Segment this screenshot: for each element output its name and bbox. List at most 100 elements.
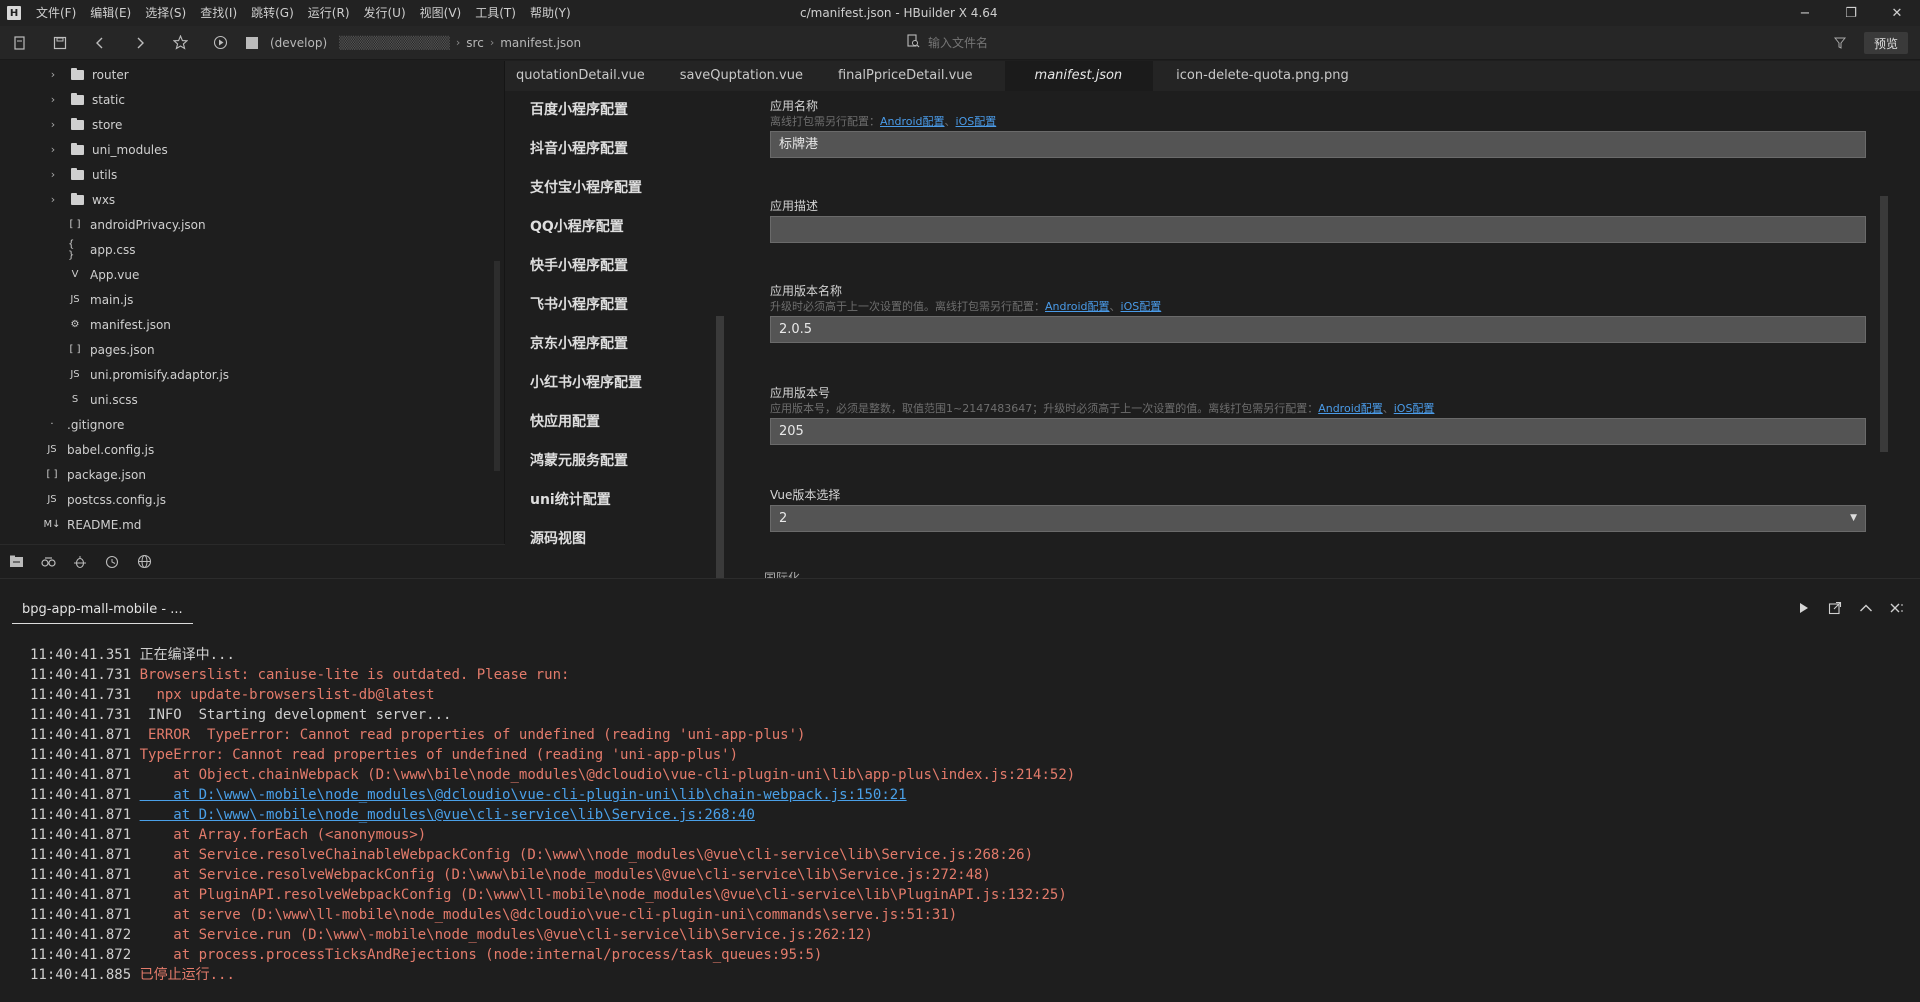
tree-file[interactable]: JS babel.config.js [0, 437, 504, 462]
config-nav-item[interactable]: 抖音小程序配置 [505, 130, 725, 169]
ios-config-link[interactable]: iOS配置 [956, 115, 997, 128]
run-icon[interactable] [200, 26, 240, 60]
version-name-input[interactable]: 2.0.5 [770, 316, 1866, 343]
tree-file[interactable]: JS uni.promisify.adaptor.js [0, 362, 504, 387]
config-nav-item[interactable]: uni统计配置 [505, 481, 725, 520]
clear-close-icon[interactable] [1881, 597, 1912, 619]
tree-file[interactable]: ⚙ manifest.json [0, 312, 504, 337]
tree-file[interactable]: { } app.css [0, 237, 504, 262]
tree-folder[interactable]: › wxs [0, 187, 504, 212]
config-nav-item[interactable]: 快手小程序配置 [505, 247, 725, 286]
editor-tab[interactable]: manifest.json [1004, 61, 1154, 91]
menu-item[interactable]: 编辑(E) [83, 0, 138, 26]
tree-folder[interactable]: › uni_modules [0, 137, 504, 162]
config-nav-item[interactable]: 鸿蒙元服务配置 [505, 442, 725, 481]
breadcrumb-item-branch[interactable]: (develop) [264, 36, 333, 50]
web-icon[interactable] [128, 545, 160, 579]
config-nav-item[interactable]: 京东小程序配置 [505, 325, 725, 364]
android-config-link[interactable]: Android配置 [880, 115, 945, 128]
restore-button[interactable]: ❐ [1828, 0, 1874, 26]
file-search-input[interactable] [928, 36, 1228, 50]
editor-tab[interactable]: icon-delete-quota.png.png [1165, 61, 1361, 91]
tree-file[interactable]: JS main.js [0, 287, 504, 312]
tree-item-label: app.css [90, 242, 136, 257]
preview-button[interactable]: 预览 [1864, 32, 1908, 54]
filter-icon[interactable] [1828, 26, 1852, 60]
tree-folder[interactable]: › router [0, 62, 504, 87]
tree-folder[interactable]: › static [0, 87, 504, 112]
config-nav-item[interactable]: 源码视图 [505, 520, 725, 559]
chevron-right-icon[interactable]: › [47, 193, 59, 206]
tree-file[interactable]: JS postcss.config.js [0, 487, 504, 512]
app-description-input[interactable] [770, 216, 1866, 243]
breadcrumb-item-src[interactable]: src [460, 36, 490, 50]
tree-item-label: wxs [92, 192, 116, 207]
menu-item[interactable]: 查找(I) [193, 0, 244, 26]
tree-file[interactable]: [ ] pages.json [0, 337, 504, 362]
form-scrollbar[interactable] [1880, 196, 1888, 452]
menu-item[interactable]: 选择(S) [138, 0, 193, 26]
menu-item[interactable]: 运行(R) [301, 0, 357, 26]
editor-tab[interactable]: finalPpriceDetail.vue [827, 61, 985, 91]
tree-file[interactable]: V App.vue [0, 262, 504, 287]
config-nav-item[interactable]: 快应用配置 [505, 403, 725, 442]
ios-config-link[interactable]: iOS配置 [1394, 402, 1435, 415]
app-name-input[interactable]: 标牌港 [770, 131, 1866, 158]
vue-version-select[interactable]: 2 ▼ [770, 505, 1866, 532]
tree-file[interactable]: · .gitignore [0, 412, 504, 437]
new-file-icon[interactable] [0, 26, 40, 60]
tree-file[interactable]: M↓ README.md [0, 512, 504, 537]
tree-folder[interactable]: › store [0, 112, 504, 137]
back-icon[interactable] [80, 26, 120, 60]
close-button[interactable]: ✕ [1874, 0, 1920, 26]
menu-item[interactable]: 视图(V) [413, 0, 469, 26]
config-nav-scrollbar[interactable] [716, 316, 724, 578]
editor-tab[interactable]: quotationDetail.vue [505, 61, 657, 91]
config-nav-item[interactable]: 支付宝小程序配置 [505, 169, 725, 208]
favorite-icon[interactable] [160, 26, 200, 60]
sidebar-scrollbar[interactable] [494, 261, 500, 471]
chevron-right-icon[interactable]: › [47, 118, 59, 131]
android-config-link[interactable]: Android配置 [1318, 402, 1383, 415]
tree-folder[interactable]: › utils [0, 162, 504, 187]
tree-file[interactable]: Suni.scss [0, 387, 504, 412]
log-line: 11:40:41.871 at Object.chainWebpack (D:\… [30, 765, 1075, 785]
open-external-icon[interactable] [1819, 597, 1850, 619]
editor-tab[interactable]: saveQuptation.vue [669, 61, 815, 91]
config-nav-item[interactable]: QQ小程序配置 [505, 208, 725, 247]
debug-icon[interactable] [64, 545, 96, 579]
menu-item[interactable]: 跳转(G) [244, 0, 301, 26]
console-tab[interactable]: bpg-app-mall-mobile - ... [12, 599, 193, 624]
log-line: 11:40:41.871 ERROR TypeError: Cannot rea… [30, 725, 1075, 745]
log-link[interactable]: at D:\www\-mobile\node_modules\@dcloudio… [140, 787, 906, 803]
git-icon[interactable] [96, 545, 128, 579]
breadcrumb-item-file[interactable]: manifest.json [494, 36, 587, 50]
menu-item[interactable]: 帮助(Y) [523, 0, 578, 26]
plugin-icon[interactable] [32, 545, 64, 579]
chevron-right-icon[interactable]: › [47, 143, 59, 156]
log-link[interactable]: at D:\www\-mobile\node_modules\@vue\cli-… [140, 807, 755, 823]
collapse-icon[interactable] [1850, 597, 1881, 619]
chevron-right-icon[interactable]: › [47, 168, 59, 181]
version-code-input[interactable]: 205 [770, 418, 1866, 445]
chevron-right-icon[interactable]: › [47, 68, 59, 81]
config-nav-item[interactable]: 百度小程序配置 [505, 91, 725, 130]
menu-item[interactable]: 文件(F) [29, 0, 83, 26]
android-config-link[interactable]: Android配置 [1045, 300, 1110, 313]
config-nav-item[interactable]: 飞书小程序配置 [505, 286, 725, 325]
forward-icon[interactable] [120, 26, 160, 60]
tree-file[interactable]: [ ] androidPrivacy.json [0, 212, 504, 237]
menu-item[interactable]: 工具(T) [468, 0, 523, 26]
save-icon[interactable] [40, 26, 80, 60]
chevron-right-icon[interactable]: › [47, 93, 59, 106]
run-icon[interactable] [1788, 597, 1819, 619]
menu-item[interactable]: 发行(U) [357, 0, 413, 26]
breadcrumb-item-project[interactable]: ▒▒▒▒▒▒▒▒▒▒▒▒ [333, 36, 456, 50]
folder-icon [70, 192, 84, 205]
ios-config-link[interactable]: iOS配置 [1121, 300, 1162, 313]
project-manager-icon[interactable] [0, 545, 32, 579]
log-line: 11:40:41.871 at Service.resolveWebpackCo… [30, 865, 1075, 885]
minimize-button[interactable]: − [1782, 0, 1828, 26]
config-nav-item[interactable]: 小红书小程序配置 [505, 364, 725, 403]
tree-file[interactable]: [ ] package.json [0, 462, 504, 487]
